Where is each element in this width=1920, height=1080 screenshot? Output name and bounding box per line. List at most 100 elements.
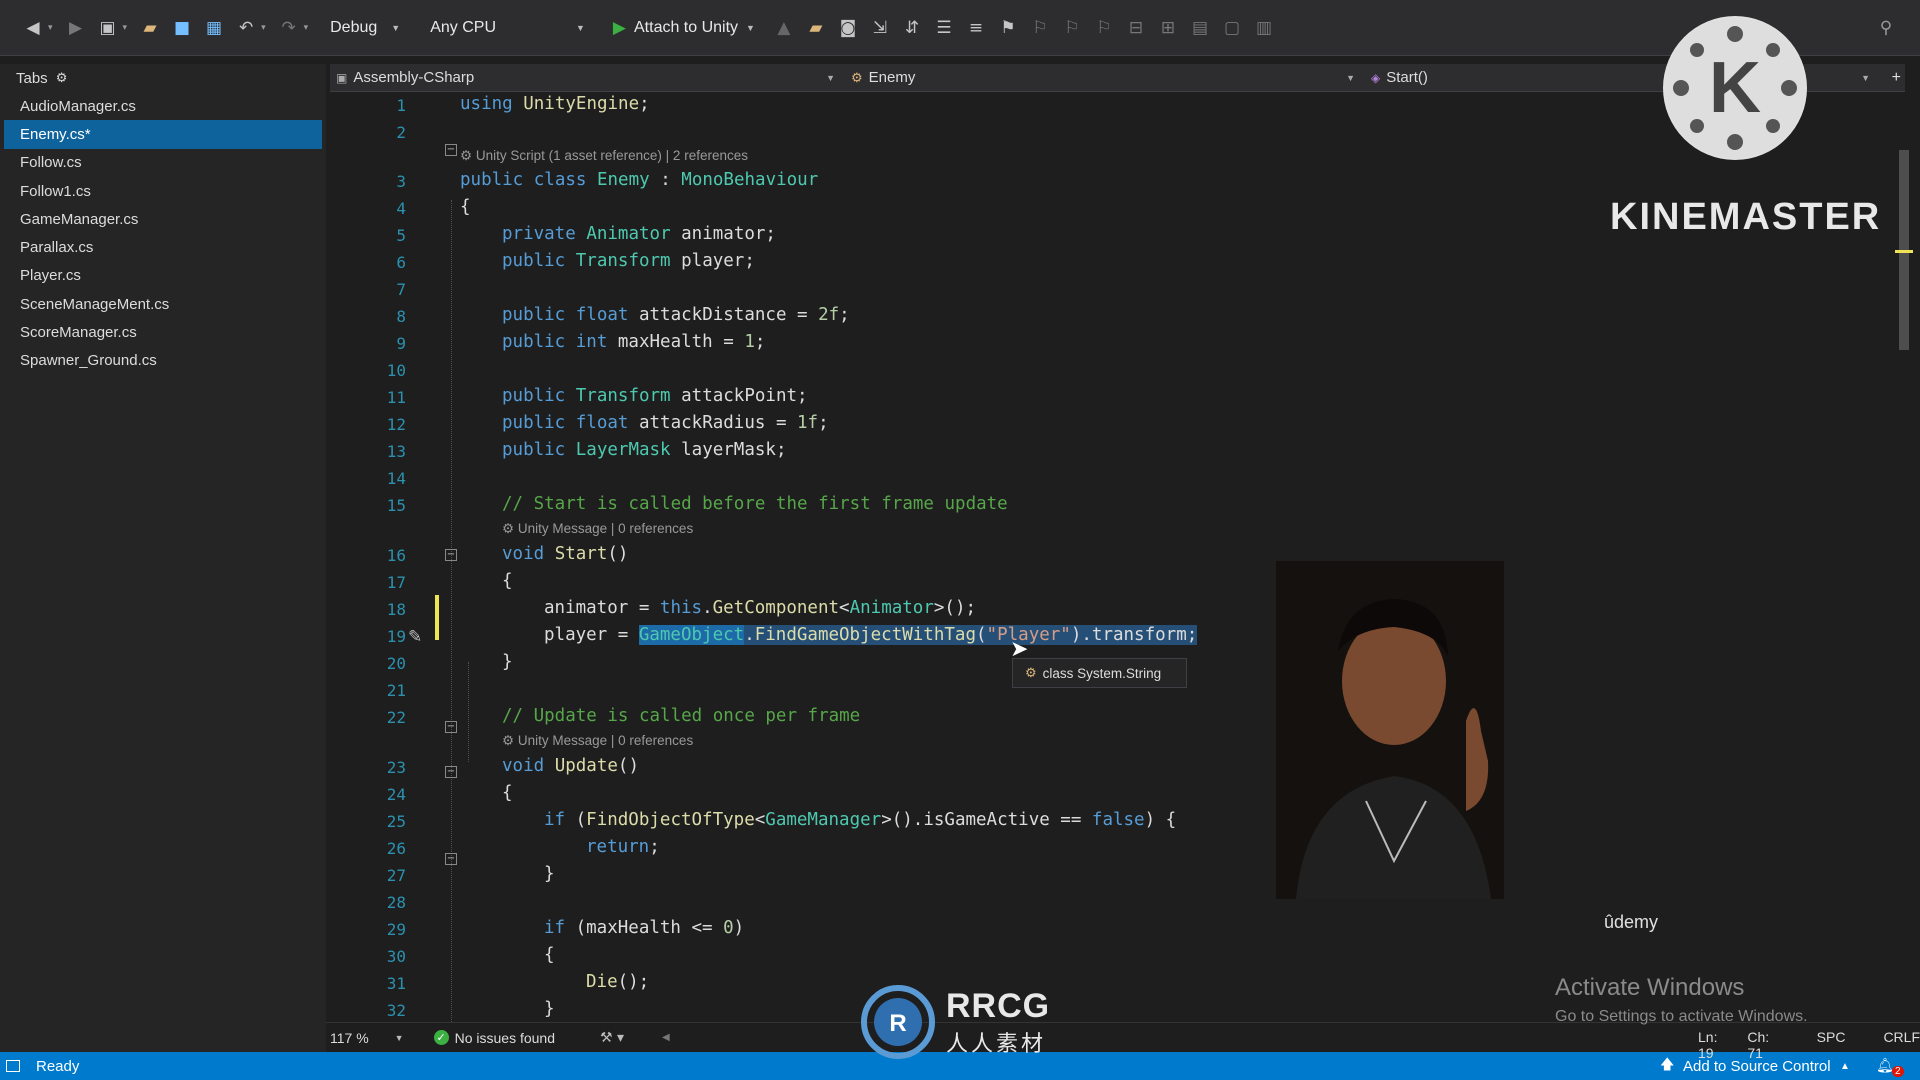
save-all-icon[interactable]: ▦ xyxy=(203,17,225,39)
step-into-icon[interactable]: ⇲ xyxy=(869,17,891,39)
notification-count: 2 xyxy=(1892,1066,1904,1077)
code-line-25[interactable]: if (FindObjectOfType<GameManager>().isGa… xyxy=(544,810,1176,830)
code-line-1[interactable]: using UnityEngine; xyxy=(460,94,650,114)
collapse-icon[interactable]: − xyxy=(445,721,457,733)
prev-bookmark-icon[interactable]: ⚐ xyxy=(1029,17,1051,39)
file-item-scenemanagement[interactable]: SceneManageMent.cs xyxy=(4,290,322,318)
code-line-18[interactable]: animator = this.GetComponent<Animator>()… xyxy=(544,598,976,618)
code-line-6[interactable]: public Transform player; xyxy=(502,251,755,271)
line-indicator[interactable]: Ln: 19 xyxy=(1698,1029,1729,1061)
code-line-13[interactable]: public LayerMask layerMask; xyxy=(502,440,787,460)
codelens-update[interactable]: ⚙ Unity Message | 0 references xyxy=(502,733,693,749)
code-line-15[interactable]: // Start is called before the first fram… xyxy=(502,494,1008,514)
chevron-up-icon[interactable]: ▲ xyxy=(1840,1061,1850,1072)
layout-icon[interactable]: ▥ xyxy=(1253,17,1275,39)
scroll-left-icon[interactable]: ◀ xyxy=(662,1032,670,1043)
code-line-19[interactable]: player = GameObject.FindGameObjectWithTa… xyxy=(544,625,1198,645)
code-line-17[interactable]: { xyxy=(502,571,513,591)
code-cleanup-icon[interactable]: ⚒ ▾ xyxy=(600,1030,624,1046)
file-item-follow[interactable]: Follow.cs xyxy=(4,149,322,177)
vertical-scrollbar[interactable] xyxy=(1895,100,1913,1012)
codelens-class-text: Unity Script (1 asset reference) | 2 ref… xyxy=(475,148,748,163)
code-line-3[interactable]: public class Enemy : MonoBehaviour xyxy=(460,170,818,190)
uncomment-icon[interactable]: ⊞ xyxy=(1157,17,1179,39)
whitespace-indicator[interactable]: SPC xyxy=(1817,1029,1846,1061)
tabs-panel: Tabs ⚙ AudioManager.cs Enemy.cs* Follow.… xyxy=(0,64,326,1052)
gear-icon[interactable]: ⚙ xyxy=(56,71,68,86)
collapse-icon[interactable]: − xyxy=(445,853,457,865)
undo-icon[interactable]: ↶ xyxy=(235,17,257,39)
selected-text[interactable]: GameObject.FindGameObjectWithTag("Player… xyxy=(638,625,1198,645)
file-item-scoremanager[interactable]: ScoreManager.cs xyxy=(4,318,322,346)
format-icon[interactable]: ▤ xyxy=(1189,17,1211,39)
code-line-23[interactable]: void Update() xyxy=(502,756,639,776)
redo-dropdown-icon[interactable]: ▾ xyxy=(304,22,309,33)
clear-bookmarks-icon[interactable]: ⚐ xyxy=(1093,17,1115,39)
code-line-16[interactable]: void Start() xyxy=(502,544,628,564)
code-line-22[interactable]: // Update is called once per frame xyxy=(502,706,860,726)
code-line-12[interactable]: public float attackRadius = 1f; xyxy=(502,413,829,433)
codelens-class[interactable]: ⚙ Unity Script (1 asset reference) | 2 r… xyxy=(460,148,748,164)
project-dropdown[interactable]: ▣ Assembly-CSharp ▼ xyxy=(330,64,845,91)
code-line-26[interactable]: return; xyxy=(586,837,660,857)
line-number: 24 xyxy=(386,785,406,804)
save-icon[interactable]: ■ xyxy=(171,17,193,39)
next-bookmark-icon[interactable]: ⚐ xyxy=(1061,17,1083,39)
line-number: 26 xyxy=(386,839,406,858)
forward-icon[interactable]: ▶ xyxy=(65,17,87,39)
codelens-start[interactable]: ⚙ Unity Message | 0 references xyxy=(502,521,693,537)
configuration-dropdown[interactable]: Debug ▼ xyxy=(320,19,410,37)
undo-dropdown-icon[interactable]: ▾ xyxy=(261,22,266,33)
upload-icon[interactable]: 🡅 xyxy=(1660,1054,1674,1078)
collapse-icon[interactable]: − xyxy=(445,549,457,561)
class-dropdown[interactable]: ⚙ Enemy ▼ xyxy=(845,64,1365,91)
code-line-5[interactable]: private Animator animator; xyxy=(502,224,776,244)
comment-icon[interactable]: ⊟ xyxy=(1125,17,1147,39)
indent-icon[interactable]: ☰ xyxy=(933,17,955,39)
zoom-level[interactable]: 117 % xyxy=(330,1030,369,1046)
collapse-icon[interactable]: − xyxy=(445,144,457,156)
split-editor-icon[interactable]: + xyxy=(1892,69,1901,87)
attach-to-unity-button[interactable]: ▶ Attach to Unity ▼ xyxy=(605,18,763,38)
code-line-24[interactable]: { xyxy=(502,783,513,803)
folder-icon[interactable]: ▰ xyxy=(805,17,827,39)
collapse-icon[interactable]: − xyxy=(445,766,457,778)
code-line-4[interactable]: { xyxy=(460,197,471,217)
open-file-icon[interactable]: ▰ xyxy=(139,17,161,39)
code-line-8[interactable]: public float attackDistance = 2f; xyxy=(502,305,850,325)
issues-status[interactable]: No issues found xyxy=(455,1030,555,1046)
code-line-27[interactable]: } xyxy=(544,864,555,884)
back-icon[interactable]: ◀ xyxy=(22,17,44,39)
screenshot-icon[interactable]: ◙ xyxy=(837,17,859,39)
bookmark-icon[interactable]: ⚑ xyxy=(997,17,1019,39)
code-line-30[interactable]: { xyxy=(544,945,555,965)
redo-icon[interactable]: ↷ xyxy=(278,17,300,39)
line-ending-indicator[interactable]: CRLF xyxy=(1883,1029,1920,1061)
code-line-11[interactable]: public Transform attackPoint; xyxy=(502,386,808,406)
code-line-29[interactable]: if (maxHealth <= 0) xyxy=(544,918,744,938)
file-item-player[interactable]: Player.cs xyxy=(4,262,322,290)
file-item-gamemanager[interactable]: GameManager.cs xyxy=(4,205,322,233)
pin-icon[interactable]: ⚲ xyxy=(1875,17,1897,39)
file-item-spawner-ground[interactable]: Spawner_Ground.cs xyxy=(4,347,322,375)
window-icon[interactable]: ▢ xyxy=(1221,17,1243,39)
column-indicator[interactable]: Ch: 71 xyxy=(1747,1029,1780,1061)
step-over-icon[interactable]: ⇵ xyxy=(901,17,923,39)
file-item-audiomanager[interactable]: AudioManager.cs xyxy=(4,92,322,120)
code-line-31[interactable]: Die(); xyxy=(586,972,649,992)
file-item-enemy[interactable]: Enemy.cs* xyxy=(4,120,322,149)
new-dropdown-icon[interactable]: ▾ xyxy=(123,22,128,33)
new-project-icon[interactable]: ▣ xyxy=(97,17,119,39)
code-line-32[interactable]: } xyxy=(544,999,555,1019)
file-item-parallax[interactable]: Parallax.cs xyxy=(4,233,322,261)
fire-icon[interactable]: ▲ xyxy=(773,17,795,39)
chevron-down-icon[interactable]: ▼ xyxy=(395,1033,404,1043)
play-icon: ▶ xyxy=(612,17,626,37)
back-dropdown-icon[interactable]: ▾ xyxy=(48,22,53,33)
platform-dropdown[interactable]: Any CPU ▼ xyxy=(420,19,595,37)
file-item-follow1[interactable]: Follow1.cs xyxy=(4,177,322,205)
quick-actions-icon[interactable]: ✎ xyxy=(408,627,422,647)
code-line-20[interactable]: } xyxy=(502,652,513,672)
code-line-9[interactable]: public int maxHealth = 1; xyxy=(502,332,765,352)
outdent-icon[interactable]: ≡ xyxy=(965,17,987,39)
